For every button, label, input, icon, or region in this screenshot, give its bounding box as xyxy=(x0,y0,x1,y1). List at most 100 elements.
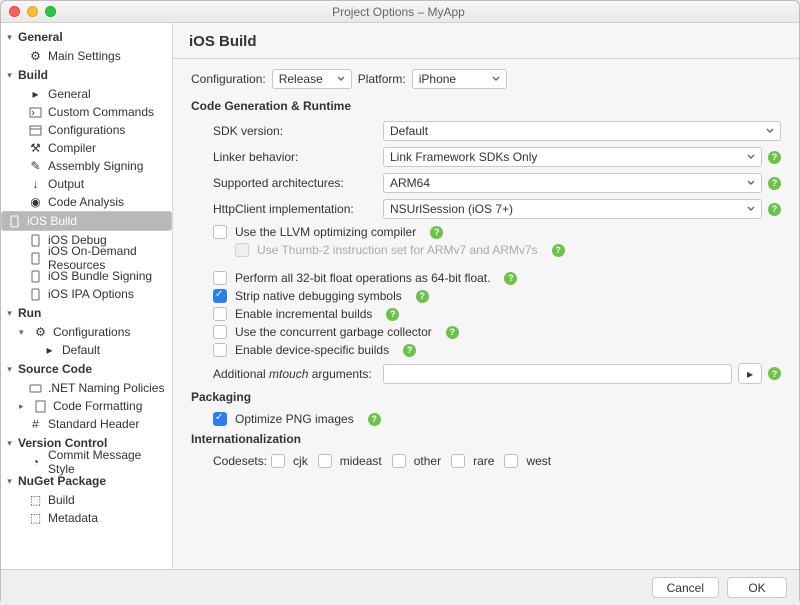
box-icon: ⬚ xyxy=(29,512,42,525)
document-icon xyxy=(34,400,47,413)
section-i18n: Internationalization xyxy=(191,432,781,446)
window-icon xyxy=(29,124,42,137)
checkbox-cjk[interactable]: cjk xyxy=(271,454,308,468)
terminal-icon xyxy=(29,106,42,119)
linker-label: Linker behavior: xyxy=(213,150,383,164)
sidebar-item-code-analysis[interactable]: ◉Code Analysis xyxy=(1,193,172,211)
help-icon[interactable]: ? xyxy=(768,177,781,190)
window-controls xyxy=(9,6,56,17)
sidebar: ▾General ⚙Main Settings ▾Build ▸General … xyxy=(1,23,173,569)
sdk-label: SDK version: xyxy=(213,124,383,138)
llvm-checkbox[interactable] xyxy=(213,225,227,239)
help-icon[interactable]: ? xyxy=(416,290,429,303)
sidebar-item-nuget-build[interactable]: ⬚Build xyxy=(1,491,172,509)
help-icon[interactable]: ? xyxy=(403,344,416,357)
arch-label: Supported architectures: xyxy=(213,176,383,190)
sidebar-section-source[interactable]: ▾Source Code xyxy=(1,359,172,379)
help-icon[interactable]: ? xyxy=(386,308,399,321)
window-title: Project Options – MyApp xyxy=(56,5,741,19)
help-icon[interactable]: ? xyxy=(552,244,565,257)
phone-icon xyxy=(29,288,42,301)
sidebar-item-run-default[interactable]: ▸Default xyxy=(1,341,172,359)
sidebar-item-compiler[interactable]: ⚒Compiler xyxy=(1,139,172,157)
output-icon: ↓ xyxy=(29,178,42,191)
help-icon[interactable]: ? xyxy=(768,151,781,164)
codesets-label: Codesets: xyxy=(213,454,267,468)
titlebar: Project Options – MyApp xyxy=(1,1,799,23)
analysis-icon: ◉ xyxy=(29,196,42,209)
sidebar-item-ios-odr[interactable]: iOS On-Demand Resources xyxy=(1,249,172,267)
sidebar-item-ios-ipa[interactable]: iOS IPA Options xyxy=(1,285,172,303)
sidebar-section-general[interactable]: ▾General xyxy=(1,27,172,47)
configuration-select[interactable]: Release xyxy=(272,69,352,89)
sidebar-item-custom-commands[interactable]: Custom Commands xyxy=(1,103,172,121)
help-icon[interactable]: ? xyxy=(504,272,517,285)
png-checkbox[interactable] xyxy=(213,412,227,426)
compiler-icon: ⚒ xyxy=(29,142,42,155)
thumb-checkbox xyxy=(235,243,249,257)
checkbox-device[interactable]: Enable device-specific builds? xyxy=(213,343,781,357)
card-icon xyxy=(29,382,42,395)
checkbox-strip[interactable]: Strip native debugging symbols? xyxy=(213,289,781,303)
sidebar-item-output[interactable]: ↓Output xyxy=(1,175,172,193)
device-checkbox[interactable] xyxy=(213,343,227,357)
mtouch-expand-button[interactable]: ▸ xyxy=(738,363,762,384)
checkbox-rare[interactable]: rare xyxy=(451,454,494,468)
sidebar-item-formatting[interactable]: ▸Code Formatting xyxy=(1,397,172,415)
checkbox-west[interactable]: west xyxy=(504,454,551,468)
sidebar-item-configurations[interactable]: Configurations xyxy=(1,121,172,139)
phone-icon xyxy=(29,270,42,283)
checkbox-thumb: Use Thumb-2 instruction set for ARMv7 an… xyxy=(235,243,781,257)
checkbox-float[interactable]: Perform all 32-bit float operations as 6… xyxy=(213,271,781,285)
sidebar-item-ios-bundle-signing[interactable]: iOS Bundle Signing xyxy=(1,267,172,285)
http-label: HttpClient implementation: xyxy=(213,202,383,216)
help-icon[interactable]: ? xyxy=(768,367,781,380)
zoom-icon[interactable] xyxy=(45,6,56,17)
arch-select[interactable]: ARM64 xyxy=(383,173,762,193)
help-icon[interactable]: ? xyxy=(430,226,443,239)
checkbox-other[interactable]: other xyxy=(392,454,441,468)
hash-icon: # xyxy=(29,418,42,431)
play-icon: ▸ xyxy=(43,344,56,357)
sidebar-item-assembly-signing[interactable]: ✎Assembly Signing xyxy=(1,157,172,175)
sidebar-item-ios-build[interactable]: iOS Build xyxy=(1,211,172,231)
checkbox-png[interactable]: Optimize PNG images? xyxy=(213,412,781,426)
sidebar-item-main-settings[interactable]: ⚙Main Settings xyxy=(1,47,172,65)
mtouch-input[interactable] xyxy=(383,364,732,384)
strip-checkbox[interactable] xyxy=(213,289,227,303)
sidebar-item-nuget-metadata[interactable]: ⬚Metadata xyxy=(1,509,172,527)
cancel-button[interactable]: Cancel xyxy=(652,577,719,598)
phone-icon xyxy=(29,234,42,247)
configuration-label: Configuration: xyxy=(191,72,266,86)
sidebar-item-commit-style[interactable]: ◔Commit Message Style xyxy=(1,453,172,471)
sidebar-item-general[interactable]: ▸General xyxy=(1,85,172,103)
sidebar-section-run[interactable]: ▾Run xyxy=(1,303,172,323)
checkbox-gc[interactable]: Use the concurrent garbage collector? xyxy=(213,325,781,339)
page-title: iOS Build xyxy=(173,23,799,58)
phone-icon xyxy=(8,215,21,228)
linker-select[interactable]: Link Framework SDKs Only xyxy=(383,147,762,167)
mtouch-label: Additional mtouch arguments: xyxy=(213,367,383,381)
gc-checkbox[interactable] xyxy=(213,325,227,339)
platform-select[interactable]: iPhone xyxy=(412,69,507,89)
sdk-select[interactable]: Default xyxy=(383,121,781,141)
checkbox-llvm[interactable]: Use the LLVM optimizing compiler? xyxy=(213,225,781,239)
ok-button[interactable]: OK xyxy=(727,577,787,598)
incremental-checkbox[interactable] xyxy=(213,307,227,321)
help-icon[interactable]: ? xyxy=(368,413,381,426)
section-packaging: Packaging xyxy=(191,390,781,404)
sidebar-section-build[interactable]: ▾Build xyxy=(1,65,172,85)
checkbox-incremental[interactable]: Enable incremental builds? xyxy=(213,307,781,321)
help-icon[interactable]: ? xyxy=(446,326,459,339)
platform-label: Platform: xyxy=(358,72,406,86)
sidebar-item-header[interactable]: #Standard Header xyxy=(1,415,172,433)
check-icon: ◔ xyxy=(29,456,42,469)
http-select[interactable]: NSUrlSession (iOS 7+) xyxy=(383,199,762,219)
close-icon[interactable] xyxy=(9,6,20,17)
minimize-icon[interactable] xyxy=(27,6,38,17)
sidebar-item-run-configurations[interactable]: ▾⚙Configurations xyxy=(1,323,172,341)
sidebar-item-naming[interactable]: .NET Naming Policies xyxy=(1,379,172,397)
checkbox-mideast[interactable]: mideast xyxy=(318,454,382,468)
help-icon[interactable]: ? xyxy=(768,203,781,216)
float-checkbox[interactable] xyxy=(213,271,227,285)
